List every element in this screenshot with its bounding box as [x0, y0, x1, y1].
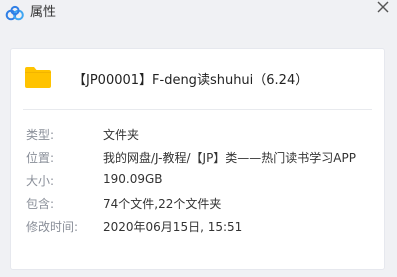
property-label: 包含:	[26, 197, 55, 211]
window-title: 属性	[30, 5, 57, 20]
property-value: 190.09GB	[103, 172, 163, 186]
divider	[23, 109, 372, 110]
property-label: 类型:	[26, 128, 55, 142]
property-row-location: 位置: 我的网盘/J-教程/【JP】类——热门读书学习APP	[26, 144, 376, 167]
property-value: 2020年06月15日, 15:51	[103, 220, 243, 234]
item-name: 【JP00001】F-deng读shuhui（6.24）	[73, 73, 309, 88]
folder-icon	[25, 67, 51, 88]
property-row-size: 大小: 190.09GB	[26, 167, 376, 190]
property-list: 类型: 文件夹 位置: 我的网盘/J-教程/【JP】类——热门读书学习APP 大…	[26, 121, 376, 236]
properties-panel: 【JP00001】F-deng读shuhui（6.24） 类型: 文件夹 位置:…	[10, 48, 385, 270]
property-label: 大小:	[26, 174, 55, 188]
property-label: 修改时间:	[26, 220, 79, 234]
property-value: 文件夹	[103, 128, 140, 142]
properties-dialog: 属性 【JP00001】F-deng读shuhui（6.24） 类型: 文件夹 …	[0, 0, 397, 277]
property-value: 74个文件,22个文件夹	[103, 197, 222, 211]
property-row-type: 类型: 文件夹	[26, 121, 376, 144]
baidu-netdisk-cloud-icon	[5, 5, 24, 21]
property-label: 位置:	[26, 151, 55, 165]
property-row-modified: 修改时间: 2020年06月15日, 15:51	[26, 213, 376, 236]
property-row-contents: 包含: 74个文件,22个文件夹	[26, 190, 376, 213]
close-icon[interactable]	[375, 0, 391, 16]
property-value: 我的网盘/J-教程/【JP】类——热门读书学习APP	[103, 151, 356, 165]
title-bar: 属性	[0, 0, 397, 28]
